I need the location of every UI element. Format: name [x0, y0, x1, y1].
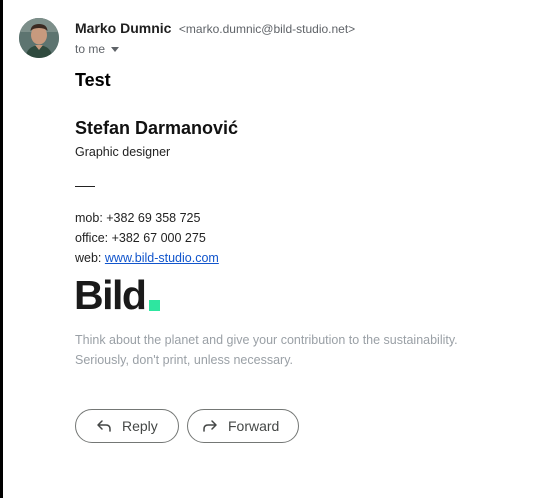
signature-divider: [75, 186, 95, 187]
sender-name[interactable]: Marko Dumnic: [75, 20, 171, 36]
message-body-text: Test: [75, 70, 111, 90]
sender-email: <marko.dumnic@bild-studio.net>: [178, 22, 356, 36]
signature-web-prefix: web:: [75, 251, 105, 265]
logo-accent-square: [149, 300, 161, 311]
signature-mobile: mob: +382 69 358 725: [75, 211, 201, 225]
forward-button[interactable]: Forward: [187, 409, 299, 443]
window-edge: [0, 0, 3, 498]
recipient-label: to me: [75, 42, 106, 56]
reply-label: Reply: [122, 418, 158, 434]
chevron-down-icon[interactable]: [111, 46, 120, 52]
signature-web-link[interactable]: www.bild-studio.com: [105, 251, 219, 265]
sustainability-note-line-1: Think about the planet and give your con…: [75, 333, 458, 347]
signature-name: Stefan Darmanović: [75, 118, 239, 138]
sustainability-note-line-2: Seriously, don't print, unless necessary…: [75, 353, 293, 367]
signature-web: web: www.bild-studio.com: [75, 251, 219, 265]
forward-label: Forward: [228, 418, 280, 434]
avatar-photo: [19, 18, 59, 58]
reply-icon: [97, 420, 111, 432]
bild-logo: Bild: [74, 272, 161, 318]
signature-office: office: +382 67 000 275: [75, 231, 206, 245]
forward-icon: [203, 420, 217, 432]
signature-role: Graphic designer: [75, 145, 171, 159]
logo-wordmark: Bild: [74, 272, 147, 318]
reply-button[interactable]: Reply: [75, 409, 179, 443]
sender-line: Marko Dumnic <marko.dumnic@bild-studio.n…: [75, 20, 355, 38]
recipient-details-toggle[interactable]: to me: [75, 42, 120, 56]
sender-avatar[interactable]: [19, 18, 59, 58]
